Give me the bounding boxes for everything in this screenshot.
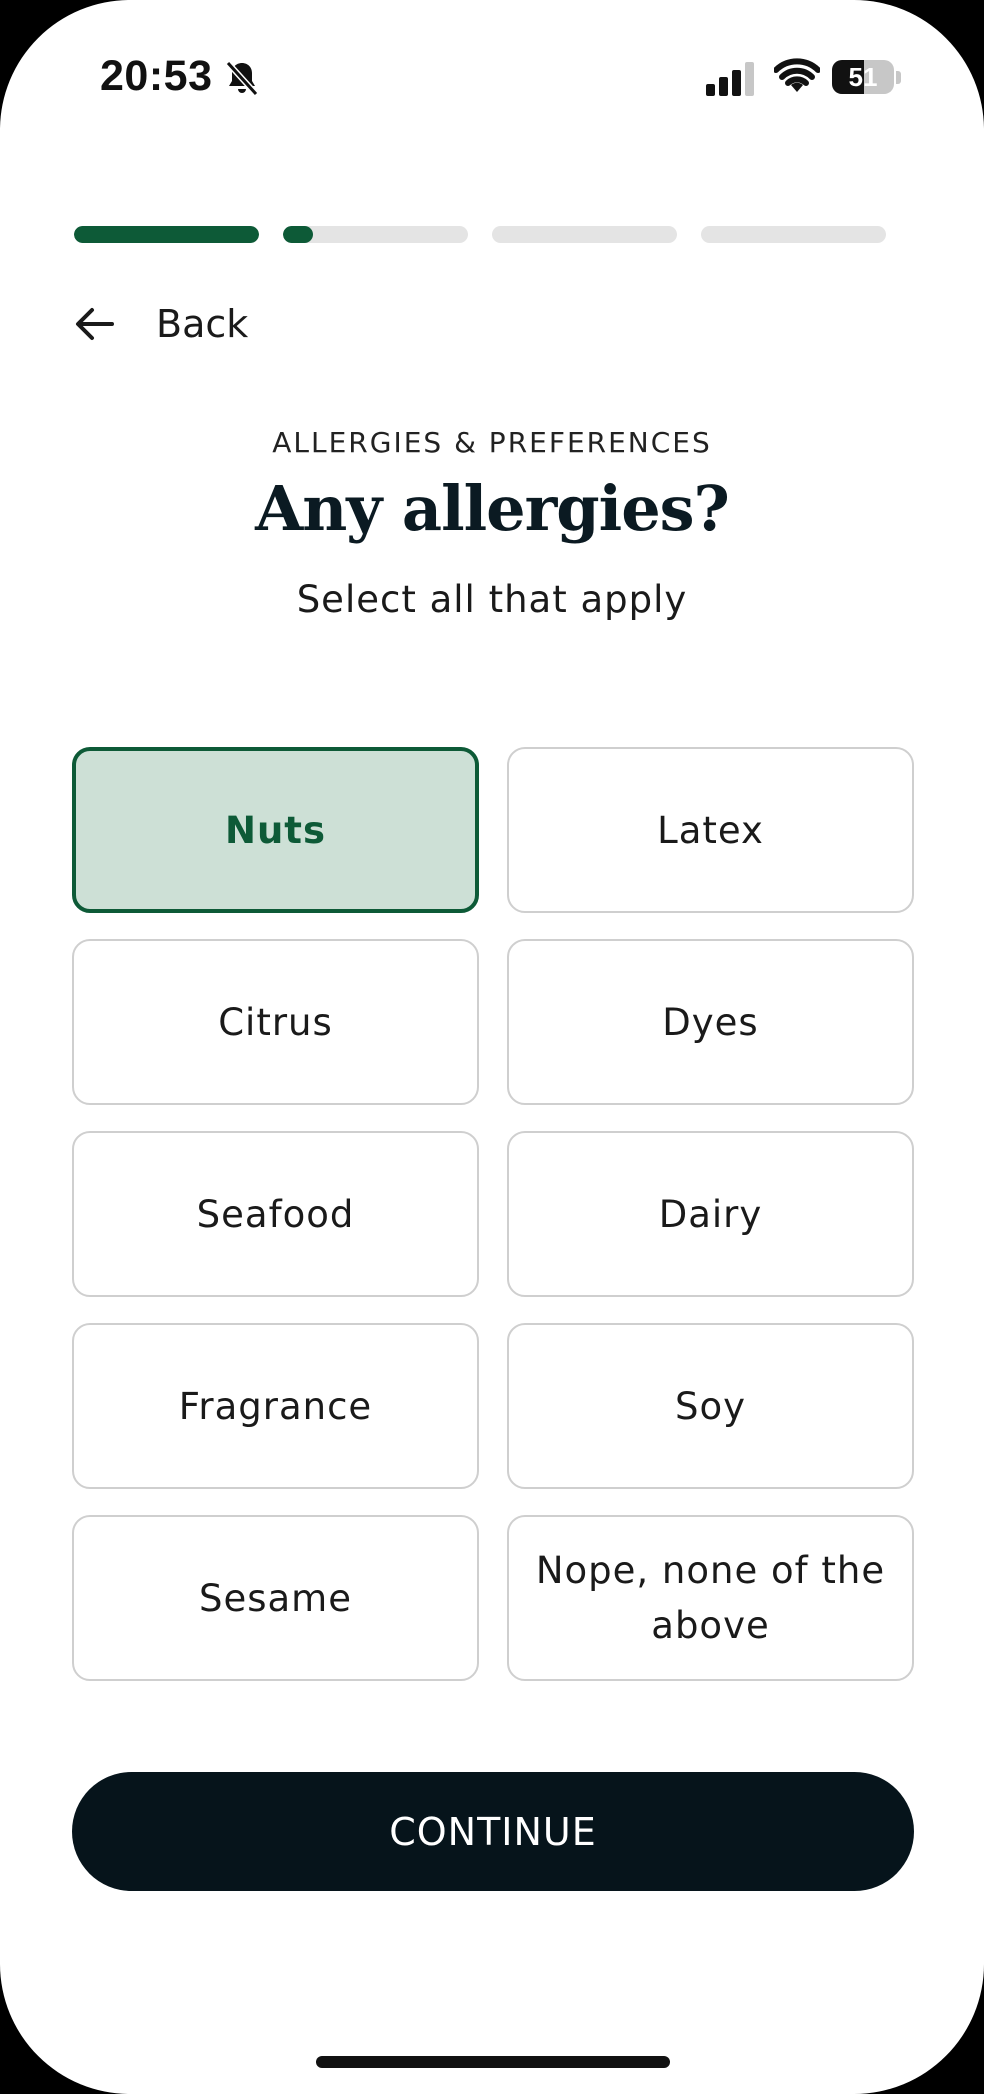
- wifi-icon: [774, 58, 820, 92]
- option-sesame[interactable]: Sesame: [72, 1515, 479, 1681]
- signal-icon: [706, 62, 754, 96]
- option-fragrance[interactable]: Fragrance: [72, 1323, 479, 1489]
- option-latex[interactable]: Latex: [507, 747, 914, 913]
- battery-icon: 51: [832, 60, 902, 96]
- section-eyebrow: ALLERGIES & PREFERENCES: [272, 426, 712, 459]
- arrow-left-icon: [76, 308, 114, 340]
- progress-step-3: [492, 226, 677, 243]
- option-citrus[interactable]: Citrus: [72, 939, 479, 1105]
- page-title: Any allergies?: [255, 472, 730, 545]
- continue-button[interactable]: CONTINUE: [72, 1772, 914, 1891]
- option-soy[interactable]: Soy: [507, 1323, 914, 1489]
- allergy-options: Nuts Latex Citrus Dyes Seafood Dairy Fragrance…: [72, 747, 914, 1681]
- option-nuts[interactable]: Nuts: [72, 747, 479, 913]
- home-indicator: [316, 2056, 670, 2068]
- back-button[interactable]: Back: [72, 292, 248, 356]
- option-nope-none-of-the-above[interactable]: Nope, none of the above: [507, 1515, 914, 1681]
- page-subtitle: Select all that apply: [296, 578, 688, 621]
- progress-step-2: [283, 226, 468, 243]
- status-time: 20:53: [100, 52, 213, 100]
- app-screen: 20:53 51 Back ALLERGIES & PREFERENCES An…: [0, 0, 984, 2094]
- onboarding-progress: [74, 226, 886, 243]
- progress-step-1: [74, 226, 259, 243]
- progress-step-4: [701, 226, 886, 243]
- back-label: Back: [156, 302, 249, 346]
- battery-percent: 51: [848, 62, 878, 92]
- option-dairy[interactable]: Dairy: [507, 1131, 914, 1297]
- bell-slash-icon: [225, 60, 259, 97]
- option-dyes[interactable]: Dyes: [507, 939, 914, 1105]
- option-seafood[interactable]: Seafood: [72, 1131, 479, 1297]
